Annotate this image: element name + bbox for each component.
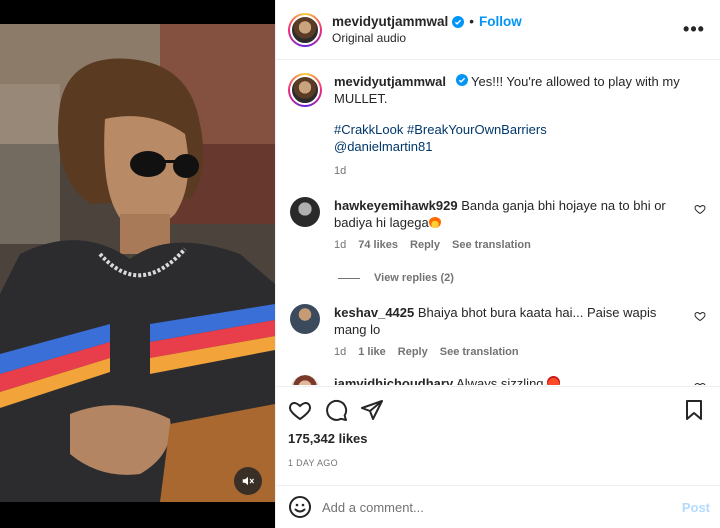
likes-count[interactable]: 175,342 likes — [288, 431, 706, 446]
post-caption: mevidyutjammwal Yes!!! You're allowed to… — [288, 61, 706, 180]
commenter-avatar[interactable] — [290, 375, 320, 385]
commenter-username[interactable]: hawkeyemihawk929 — [334, 198, 458, 213]
mute-button[interactable] — [234, 467, 262, 495]
reply-button[interactable]: Reply — [410, 237, 440, 254]
post-date: 1 DAY AGO — [288, 458, 338, 468]
save-bookmark-icon[interactable] — [682, 398, 706, 422]
action-bar: 175,342 likes 1 DAY AGO — [276, 386, 720, 468]
like-comment-heart-icon[interactable] — [694, 203, 706, 215]
author-info: mevidyutjammwal • Follow Original audio — [332, 14, 682, 45]
comment-likes-count[interactable]: 74 likes — [358, 237, 398, 254]
caption-username[interactable]: mevidyutjammwal — [334, 74, 446, 89]
commenter-avatar[interactable] — [290, 197, 320, 227]
see-translation-button[interactable]: See translation — [440, 344, 519, 361]
comment-input[interactable] — [322, 499, 682, 515]
emoji-smiley-icon[interactable] — [288, 495, 312, 519]
devil-emoji-icon — [547, 376, 561, 385]
caption-avatar[interactable] — [288, 73, 322, 107]
reply-button[interactable]: Reply — [398, 344, 428, 361]
comment-timestamp: 1d — [334, 239, 347, 251]
fire-emoji-icon — [428, 216, 441, 228]
view-replies-label: View replies (2) — [374, 272, 454, 284]
commenter-avatar[interactable] — [290, 304, 320, 334]
add-comment-bar: Post — [276, 485, 720, 528]
hashtag-link[interactable]: #BreakYourOwnBarriers — [407, 122, 547, 137]
comment-item: keshav_4425 Bhaiya bhot bura kaata hai..… — [288, 304, 706, 361]
comment-likes-count[interactable]: 1 like — [358, 344, 386, 361]
post-media[interactable] — [0, 0, 275, 528]
caption-timestamp: 1d — [334, 165, 347, 177]
author-username[interactable]: mevidyutjammwal — [332, 14, 448, 29]
hashtag-link[interactable]: #CrakkLook — [334, 122, 403, 137]
follow-button[interactable]: Follow — [479, 14, 522, 29]
audio-label[interactable]: Original audio — [332, 31, 682, 45]
like-heart-icon[interactable] — [288, 398, 312, 422]
like-comment-heart-icon[interactable] — [694, 310, 706, 322]
comment-bubble-icon[interactable] — [324, 398, 348, 422]
comment-text: Always sizzling — [456, 376, 544, 385]
comment-item: hawkeyemihawk929 Banda ganja bhi hojaye … — [288, 197, 706, 254]
more-options-icon[interactable]: ••• — [682, 18, 706, 42]
verified-badge-icon — [455, 74, 468, 86]
commenter-username[interactable]: iamvidhichoudhary — [334, 376, 453, 385]
like-comment-heart-icon[interactable] — [694, 381, 706, 385]
video-frame-illustration — [0, 24, 275, 502]
comment-timestamp: 1d — [334, 346, 347, 358]
post-header: mevidyutjammwal • Follow Original audio … — [276, 0, 720, 60]
video-frame[interactable] — [0, 24, 275, 502]
comments-list[interactable]: mevidyutjammwal Yes!!! You're allowed to… — [276, 61, 720, 385]
separator-dot: • — [469, 14, 475, 29]
post-comment-button[interactable]: Post — [682, 500, 710, 515]
comment-item: iamvidhichoudhary Always sizzling — [288, 375, 706, 385]
replies-divider — [338, 277, 360, 279]
view-replies-button[interactable]: View replies (2) — [338, 272, 706, 284]
author-avatar[interactable] — [288, 12, 322, 47]
verified-badge-icon — [452, 15, 465, 28]
see-translation-button[interactable]: See translation — [452, 237, 531, 254]
caption-hashtags: #CrakkLook #BreakYourOwnBarriers @daniel… — [334, 121, 706, 155]
mention-link[interactable]: @danielmartin81 — [334, 139, 432, 154]
share-paper-plane-icon[interactable] — [360, 398, 384, 422]
muted-speaker-icon — [242, 476, 254, 486]
instagram-post-modal: mevidyutjammwal • Follow Original audio … — [0, 0, 720, 528]
commenter-username[interactable]: keshav_4425 — [334, 305, 414, 320]
post-side-panel: mevidyutjammwal • Follow Original audio … — [275, 0, 720, 528]
